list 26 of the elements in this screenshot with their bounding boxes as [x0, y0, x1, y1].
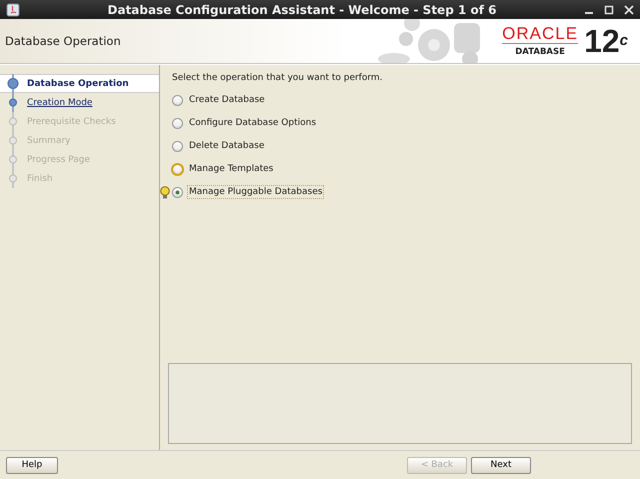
page-heading: Database Operation [5, 34, 122, 48]
radio-label[interactable]: Configure Database Options [187, 116, 318, 130]
hint-bulb-icon [160, 186, 170, 198]
step-item: Summary [27, 136, 70, 146]
radio-label[interactable]: Manage Templates [187, 162, 276, 176]
maximize-icon[interactable] [604, 4, 614, 14]
app-icon [6, 2, 20, 16]
oracle-logo: ORACLE [502, 25, 578, 44]
version-label: 12$^{c}$ [584, 25, 628, 57]
wizard-button[interactable]: Help [6, 456, 58, 474]
step-item: Prerequisite Checks [27, 116, 116, 126]
step-item: Progress Page [27, 154, 90, 164]
close-icon[interactable] [624, 4, 634, 14]
radio-button[interactable] [172, 94, 183, 106]
product-label: DATABASE [515, 47, 565, 57]
instruction-text: Select the operation that you want to perform. [172, 73, 384, 83]
radio-label[interactable]: Create Database [187, 93, 267, 107]
radio-button[interactable] [172, 140, 183, 152]
radio-button[interactable] [172, 118, 183, 128]
wizard-button[interactable]: Next [471, 456, 531, 474]
window-title: Database Configuration Assistant - Welcome - Step 1 of 6 [106, 2, 498, 16]
radio-label[interactable]: Manage Pluggable Databases [187, 185, 324, 199]
radio-label[interactable]: Delete Database [187, 139, 266, 153]
step-item[interactable]: Creation Mode [27, 98, 92, 108]
step-item: Finish [27, 174, 53, 184]
radio-button[interactable] [172, 186, 183, 198]
